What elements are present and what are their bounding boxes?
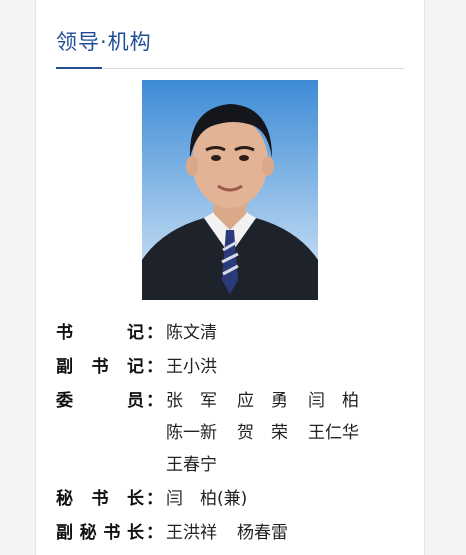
role-holders: 闫 柏(兼)	[166, 484, 386, 516]
person-name: 陈一新	[166, 423, 217, 443]
role-label: 副秘书长	[56, 523, 144, 543]
person-name: 闫 柏	[308, 391, 359, 411]
person-name: 杨春雷	[237, 523, 288, 543]
holder-line: 陈一新贺 荣王仁华	[166, 418, 386, 450]
role-label: 书记	[56, 323, 144, 343]
role-colon: ：	[146, 391, 163, 411]
leader-row: 秘书长：闫 柏(兼)	[56, 484, 386, 514]
role-holders: 张 军应 勇闫 柏陈一新贺 荣王仁华 王春宁	[166, 386, 386, 482]
person-name: 张 军	[166, 391, 217, 411]
role-label: 委员	[56, 391, 144, 411]
holder-line: 王小洪	[166, 352, 386, 384]
leader-row: 书记：陈文清	[56, 318, 386, 348]
person-name: 王小洪	[166, 357, 217, 377]
leader-portrait-photo	[142, 80, 318, 300]
leader-row: 委员：张 军应 勇闫 柏陈一新贺 荣王仁华 王春宁	[56, 386, 386, 475]
leader-row: 副秘书长：王洪祥 杨春雷	[56, 518, 386, 548]
role-holders: 陈文清	[166, 318, 386, 350]
holder-line: 闫 柏(兼)	[166, 484, 386, 516]
person-name: 王春宁	[166, 455, 217, 475]
person-name: 应 勇	[237, 391, 288, 411]
title-divider	[56, 68, 404, 69]
holder-line: 王春宁	[166, 450, 386, 482]
role-holders: 王小洪	[166, 352, 386, 384]
section-title: 领导·机构	[56, 30, 152, 54]
leader-portrait	[142, 80, 318, 300]
holder-line: 张 军应 勇闫 柏	[166, 386, 386, 418]
person-name: 贺 荣	[237, 423, 288, 443]
role-colon: ：	[146, 323, 163, 343]
role-colon: ：	[146, 489, 163, 509]
holder-line: 陈文清	[166, 318, 386, 350]
person-name: 王洪祥	[166, 523, 217, 543]
title-accent-bar	[56, 67, 102, 69]
holder-line: 王洪祥 杨春雷	[166, 518, 386, 550]
person-name: 陈文清	[166, 323, 217, 343]
person-name: 闫 柏(兼)	[166, 489, 248, 509]
role-label: 副书记	[56, 357, 144, 377]
leader-row: 副书记：王小洪	[56, 352, 386, 382]
role-label: 秘书长	[56, 489, 144, 509]
leadership-panel: 领导·机构 书记 ： 陈文清 副书记 ： 王小洪 委员 ： 张 军 应 勇 闫 …	[35, 0, 425, 555]
role-colon: ：	[146, 523, 163, 543]
role-colon: ：	[146, 357, 163, 377]
role-holders: 王洪祥 杨春雷	[166, 518, 386, 550]
person-name: 王仁华	[308, 423, 359, 443]
